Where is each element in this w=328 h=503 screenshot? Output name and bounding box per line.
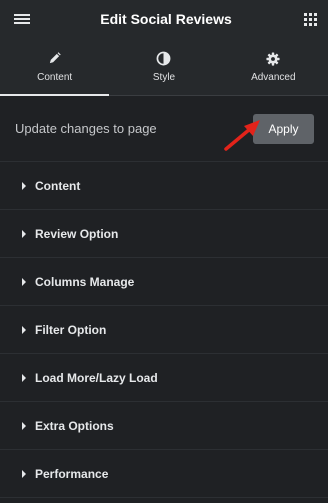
panel-title: Edit Social Reviews [100, 11, 232, 27]
section-label: Extra Options [35, 418, 114, 433]
tab-content[interactable]: Content [0, 38, 110, 96]
section-content[interactable]: Content [0, 162, 328, 210]
section-label: Filter Option [35, 322, 107, 337]
tab-content-label: Content [37, 71, 73, 83]
caret-right-icon [22, 181, 26, 190]
half-circle-icon [156, 51, 171, 67]
caret-right-icon [22, 421, 26, 430]
apply-bar: Update changes to page Apply [0, 96, 328, 162]
section-performance[interactable]: Performance [0, 450, 328, 498]
tab-advanced[interactable]: Advanced [219, 38, 328, 95]
tab-style[interactable]: Style [109, 38, 218, 95]
tab-style-label: Style [152, 71, 176, 83]
red-arrow-icon [224, 120, 260, 151]
caret-right-icon [22, 229, 26, 238]
section-extra-options[interactable]: Extra Options [0, 402, 328, 450]
apply-bar-label: Update changes to page [15, 121, 157, 136]
section-columns-manage[interactable]: Columns Manage [0, 258, 328, 306]
gear-icon [266, 51, 280, 67]
panel-header: Edit Social Reviews [0, 0, 328, 38]
caret-right-icon [22, 277, 26, 286]
section-filter-option[interactable]: Filter Option [0, 306, 328, 354]
caret-right-icon [22, 373, 26, 382]
pencil-icon [48, 51, 61, 67]
panel-tabs: Content Style Advanced [0, 38, 328, 96]
tab-advanced-label: Advanced [251, 71, 296, 83]
section-load-more[interactable]: Load More/Lazy Load [0, 354, 328, 402]
section-label: Content [35, 178, 81, 193]
caret-right-icon [22, 469, 26, 478]
grid-apps-icon[interactable] [300, 9, 320, 29]
section-label: Review Option [35, 226, 119, 241]
hamburger-menu-icon[interactable] [12, 9, 32, 29]
section-label: Load More/Lazy Load [35, 370, 158, 385]
sections-list: Content Review Option Columns Manage Fil… [0, 162, 328, 498]
section-label: Columns Manage [35, 274, 135, 289]
section-review-option[interactable]: Review Option [0, 210, 328, 258]
section-label: Performance [35, 466, 109, 481]
caret-right-icon [22, 325, 26, 334]
